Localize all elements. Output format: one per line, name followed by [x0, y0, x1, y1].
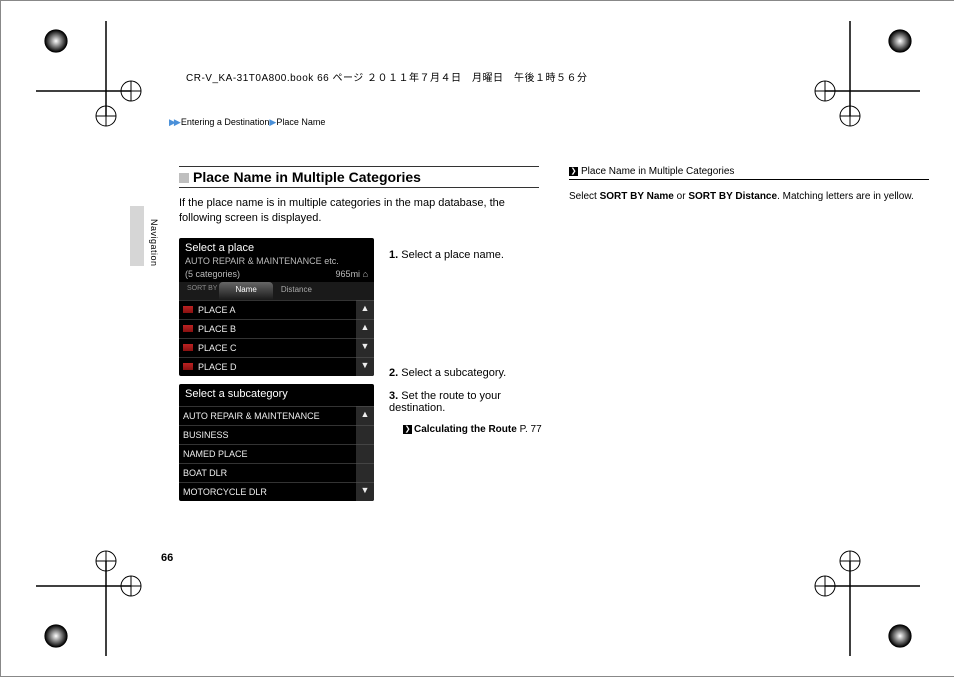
list-item[interactable]: PLACE D — [179, 357, 356, 376]
list-item[interactable]: BOAT DLR — [179, 463, 356, 482]
page: CR-V_KA-31T0A800.book 66 ページ ２０１１年７月４日 月… — [0, 0, 954, 677]
flag-icon — [183, 325, 193, 332]
screenshot-subtitle: AUTO REPAIR & MAINTENANCE etc. — [185, 256, 339, 266]
screenshot-title: Select a subcategory — [179, 384, 374, 402]
intro-text: If the place name is in multiple categor… — [179, 196, 539, 226]
screenshot-title: Select a place — [179, 238, 374, 256]
cross-reference: ❯Calculating the Route P. 77 — [389, 424, 549, 435]
scroll-up-icon[interactable]: ▲ — [356, 406, 374, 425]
page-number: 66 — [161, 552, 173, 564]
sort-by-label: SORT BY — [179, 282, 219, 300]
right-column: ❯Place Name in Multiple Categories Selec… — [569, 166, 929, 214]
left-column: Place Name in Multiple Categories If the… — [179, 166, 539, 501]
list-item[interactable]: AUTO REPAIR & MAINTENANCE — [179, 406, 356, 425]
crop-mark-top-right — [800, 21, 920, 141]
list-item[interactable]: MOTORCYCLE DLR — [179, 482, 356, 501]
note-body: Select SORT BY Name or SORT BY Distance.… — [569, 190, 929, 204]
steps: 1. Select a place name. 2. Select a subc… — [389, 238, 549, 445]
tab-sort-distance[interactable]: Distance — [273, 282, 320, 300]
note-cue-icon: ❯ — [569, 167, 578, 176]
scroll-page-down-icon[interactable]: ▼ — [356, 357, 374, 376]
crop-mark-top-left — [36, 21, 156, 141]
step-1: 1. Select a place name. — [389, 249, 549, 261]
screenshot-select-subcategory: Select a subcategory AUTO REPAIR & MAINT… — [179, 384, 374, 501]
section-header: Place Name in Multiple Categories — [179, 166, 539, 188]
breadcrumb: ▶▶Entering a Destination▶Place Name — [169, 117, 325, 128]
flag-icon — [183, 306, 193, 313]
flag-icon — [183, 363, 193, 370]
breadcrumb-arrow-icon: ▶ — [269, 117, 274, 127]
list-item[interactable]: NAMED PLACE — [179, 444, 356, 463]
list-item[interactable]: PLACE B — [179, 319, 356, 338]
list-item[interactable]: BUSINESS — [179, 425, 356, 444]
section-title: Place Name in Multiple Categories — [193, 169, 421, 185]
side-section-label: Navigation — [149, 219, 159, 267]
scroll-up-icon[interactable]: ▲ — [356, 319, 374, 338]
breadcrumb-a: Entering a Destination — [181, 117, 270, 127]
screenshot-select-place: Select a place AUTO REPAIR & MAINTENANCE… — [179, 238, 374, 376]
scroll-buttons: ▲ ▼ — [356, 406, 374, 501]
step-3: 3. Set the route to your destination. — [389, 390, 549, 414]
flag-icon — [183, 344, 193, 351]
list-item[interactable]: PLACE C — [179, 338, 356, 357]
breadcrumb-arrow-icon: ▶▶ — [169, 117, 179, 127]
crop-mark-bottom-left — [36, 536, 156, 656]
production-header: CR-V_KA-31T0A800.book 66 ページ ２０１１年７月４日 月… — [186, 69, 588, 84]
screenshot-distance: 965mi ⌂ — [336, 269, 368, 279]
scroll-page-up-icon[interactable]: ▲ — [356, 300, 374, 319]
side-tab — [130, 206, 144, 266]
scroll-down-icon[interactable]: ▼ — [356, 482, 374, 501]
square-bullet-icon — [179, 173, 189, 183]
breadcrumb-b: Place Name — [276, 117, 325, 127]
note-header: ❯Place Name in Multiple Categories — [569, 166, 929, 180]
link-icon: ❯ — [403, 425, 412, 434]
content-area: Place Name in Multiple Categories If the… — [179, 166, 931, 576]
scroll-buttons: ▲ ▲ ▼ ▼ — [356, 300, 374, 376]
step-2: 2. Select a subcategory. — [389, 367, 549, 379]
screenshot-category-count: (5 categories) — [185, 269, 240, 279]
list-item[interactable]: PLACE A — [179, 300, 356, 319]
tab-sort-name[interactable]: Name — [219, 282, 272, 300]
scroll-down-icon[interactable]: ▼ — [356, 338, 374, 357]
